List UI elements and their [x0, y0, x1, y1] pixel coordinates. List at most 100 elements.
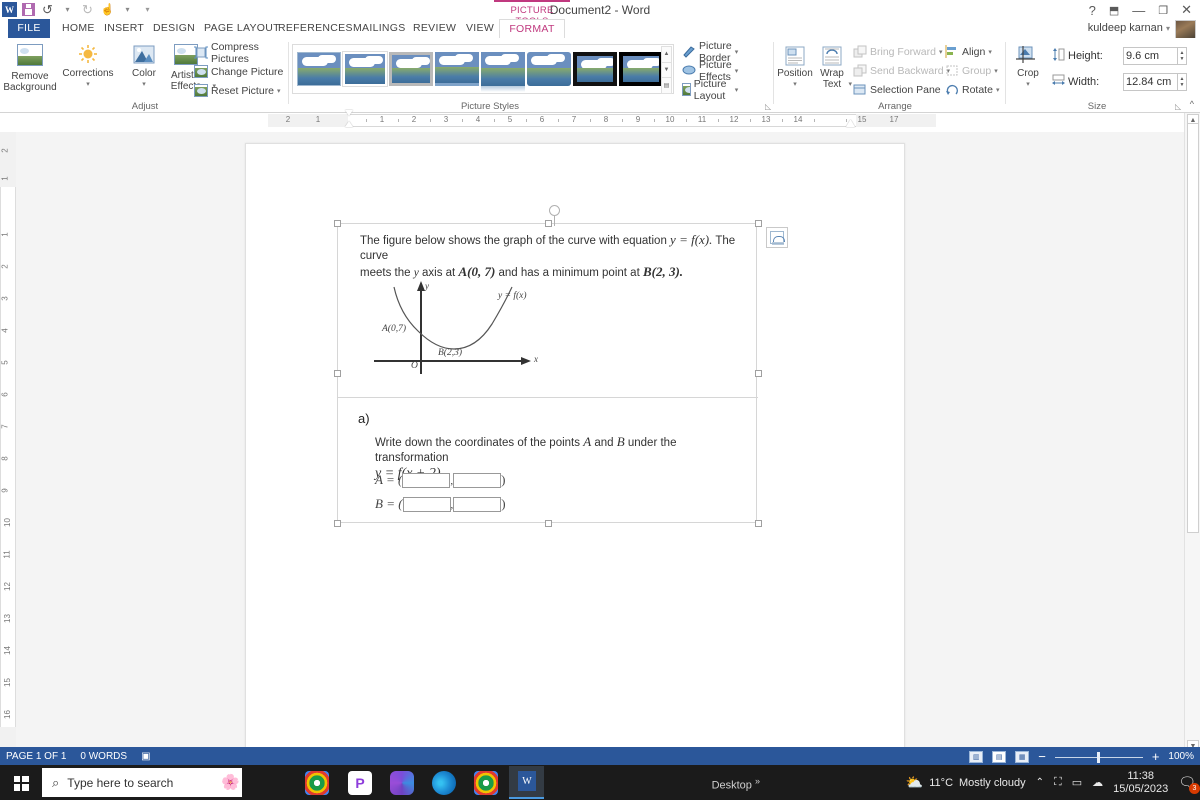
- collapse-ribbon-icon[interactable]: ^: [1190, 99, 1194, 109]
- bring-forward-chevron-icon[interactable]: ▾: [939, 48, 943, 56]
- chrome-taskbar-icon[interactable]: [305, 771, 329, 795]
- position-chevron-icon[interactable]: ▾: [775, 79, 815, 90]
- send-backward-button[interactable]: Send Backward ▾: [853, 62, 950, 79]
- align-button[interactable]: Align ▾: [945, 43, 992, 60]
- wrap-text-chevron-icon[interactable]: ▾: [848, 79, 852, 90]
- wrap-text-button[interactable]: Wrap Text ▾: [813, 46, 852, 90]
- change-picture-button[interactable]: Change Picture: [194, 63, 283, 80]
- group-chevron-icon[interactable]: ▾: [994, 67, 998, 75]
- gallery-scroll-up-icon[interactable]: ▲: [661, 46, 672, 62]
- ribbon-tab-bar[interactable]: FILE HOME INSERT DESIGN PAGE LAYOUT REFE…: [0, 19, 1200, 38]
- corrections-button[interactable]: Corrections ▾: [60, 44, 116, 90]
- height-input[interactable]: 9.6 cm: [1123, 47, 1178, 65]
- layout-options-button[interactable]: [766, 227, 788, 248]
- selection-pane-button[interactable]: Selection Pane: [853, 81, 941, 98]
- word-taskbar-button[interactable]: W: [509, 766, 544, 799]
- picture-effects-button[interactable]: Picture Effects ▾: [682, 59, 739, 83]
- web-layout-icon[interactable]: ▦: [1015, 750, 1030, 763]
- picture-border-button[interactable]: Picture Border ▾: [682, 40, 738, 64]
- vertical-ruler[interactable]: 2 1 1 2 3 4 5 6 7 8 9 10 11 12 13 14 15 …: [0, 132, 16, 752]
- print-layout-icon[interactable]: ▤: [992, 750, 1007, 763]
- compress-pictures-button[interactable]: Compress Pictures: [194, 41, 288, 65]
- zoom-out-button[interactable]: −: [1038, 749, 1046, 764]
- picture-style-thumb[interactable]: [389, 52, 433, 86]
- account-name[interactable]: kuldeep karnan ▾: [1088, 22, 1170, 34]
- gallery-more-icon[interactable]: ▤: [661, 77, 672, 95]
- answer-a-y-input[interactable]: [453, 473, 502, 489]
- width-input[interactable]: 12.84 cm: [1123, 73, 1178, 91]
- read-mode-icon[interactable]: ▥: [969, 750, 984, 763]
- rotation-handle[interactable]: [549, 205, 560, 226]
- battery-icon[interactable]: ▭: [1072, 776, 1082, 789]
- zoom-knob[interactable]: [1096, 751, 1100, 763]
- rotate-chevron-icon[interactable]: ▾: [996, 86, 1000, 94]
- minimize-button[interactable]: —: [1132, 3, 1145, 18]
- taskbar[interactable]: ⌕ Type here to search 🌸 P W Desktop » ⛅ …: [0, 765, 1200, 800]
- picture-style-thumb[interactable]: [619, 52, 663, 86]
- picture-effects-chevron-icon[interactable]: ▾: [735, 67, 739, 75]
- gallery-scroll-arrows[interactable]: ▲ ▼ ▤: [661, 46, 672, 95]
- resize-handle-bottom-left[interactable]: [334, 520, 341, 527]
- horizontal-ruler[interactable]: 2 1 1 2 3 4 5 6 7 8 9 10 11 12 13 14 15 …: [268, 110, 936, 127]
- resize-handle-middle-right[interactable]: [755, 370, 762, 377]
- picture-style-thumb[interactable]: [342, 51, 388, 87]
- status-bar[interactable]: PAGE 1 OF 1 0 WORDS ▣ ▥ ▤ ▦ − + 100%: [0, 747, 1200, 765]
- resize-handle-middle-left[interactable]: [334, 370, 341, 377]
- align-chevron-icon[interactable]: ▾: [988, 48, 992, 56]
- rotate-button[interactable]: Rotate ▾: [945, 81, 999, 98]
- answer-b-x-input[interactable]: [402, 497, 451, 513]
- selected-picture-object[interactable]: The figure below shows the graph of the …: [334, 220, 762, 527]
- first-line-indent-marker[interactable]: [345, 110, 353, 116]
- weather-widget[interactable]: ⛅ 11°C Mostly cloudy: [906, 774, 1026, 791]
- size-dialog-launcher[interactable]: ◺: [1175, 102, 1181, 111]
- picture-layout-chevron-icon[interactable]: ▾: [735, 86, 739, 94]
- page-indicator[interactable]: PAGE 1 OF 1: [6, 751, 66, 762]
- chrome-second-taskbar-icon[interactable]: [474, 771, 498, 795]
- search-input[interactable]: ⌕ Type here to search 🌸: [42, 768, 242, 797]
- system-tray[interactable]: ⛅ 11°C Mostly cloudy ⌃ ⛶ ▭ ☁ 11:38 15/05…: [906, 765, 1200, 800]
- tab-format[interactable]: FORMAT: [499, 19, 565, 38]
- group-button[interactable]: Group ▾: [945, 62, 998, 79]
- width-spinner[interactable]: ▲ ▼: [1178, 73, 1187, 91]
- zoom-in-button[interactable]: +: [1152, 749, 1160, 764]
- restore-button[interactable]: ❐: [1158, 4, 1168, 17]
- scrollbar-thumb[interactable]: [1187, 123, 1199, 533]
- account-chevron-icon[interactable]: ▾: [1166, 24, 1170, 33]
- picture-styles-gallery[interactable]: ▲ ▼ ▤: [292, 44, 674, 95]
- resize-handle-top-right[interactable]: [755, 220, 762, 227]
- camera-icon[interactable]: ⛶: [1054, 776, 1062, 789]
- show-hidden-icons-icon[interactable]: ⌃: [1036, 777, 1044, 788]
- resize-handle-bottom-right[interactable]: [755, 520, 762, 527]
- height-spinner[interactable]: ▲ ▼: [1178, 47, 1187, 65]
- zoom-slider[interactable]: [1054, 751, 1143, 763]
- picture-style-thumb[interactable]: [297, 52, 341, 86]
- start-button[interactable]: [4, 769, 38, 797]
- overflow-icon[interactable]: »: [755, 776, 760, 786]
- tab-mailings[interactable]: MAILINGS: [345, 19, 414, 38]
- corrections-chevron-icon[interactable]: ▾: [60, 79, 116, 90]
- close-button[interactable]: ✕: [1181, 2, 1192, 18]
- proofing-errors-icon[interactable]: ▣: [141, 751, 150, 762]
- tab-file[interactable]: FILE: [8, 19, 50, 38]
- right-indent-marker[interactable]: [846, 120, 855, 127]
- picture-style-thumb[interactable]: [435, 52, 479, 86]
- tab-view[interactable]: VIEW: [458, 19, 502, 38]
- window-controls[interactable]: ? ⬒ — ❐ ✕: [1089, 2, 1192, 18]
- word-count[interactable]: 0 WORDS: [80, 751, 127, 762]
- picsart-taskbar-icon[interactable]: P: [348, 771, 372, 795]
- tab-insert[interactable]: INSERT: [96, 19, 152, 38]
- crop-button[interactable]: Crop ▾: [1007, 46, 1049, 90]
- resize-handle-top-center[interactable]: [545, 220, 552, 227]
- notifications-button[interactable]: 🗨 3: [1178, 774, 1200, 794]
- desktop-button[interactable]: Desktop »: [712, 776, 760, 792]
- position-button[interactable]: Position ▾: [775, 46, 815, 90]
- gallery-scroll-down-icon[interactable]: ▼: [661, 61, 672, 78]
- picture-style-thumb[interactable]: [481, 52, 525, 92]
- bring-forward-button[interactable]: Bring Forward ▾: [853, 43, 942, 60]
- answer-a-x-input[interactable]: [402, 473, 451, 489]
- network-icon[interactable]: ☁: [1092, 776, 1103, 789]
- tab-design[interactable]: DESIGN: [145, 19, 203, 38]
- crop-chevron-icon[interactable]: ▾: [1007, 79, 1049, 90]
- vertical-scrollbar[interactable]: ▲ ▼: [1184, 113, 1200, 753]
- copilot-taskbar-icon[interactable]: [390, 771, 414, 795]
